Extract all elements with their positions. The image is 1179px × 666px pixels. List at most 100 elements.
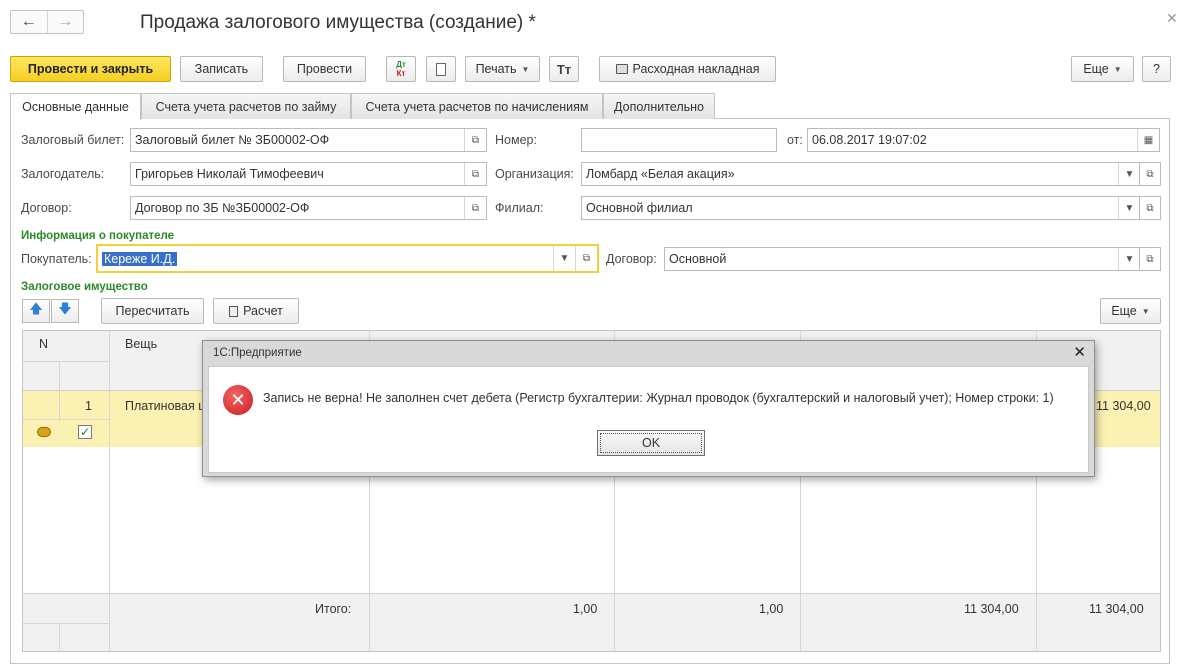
printer-icon [615, 64, 628, 74]
grid-more-button[interactable]: Еще ▼ [1100, 298, 1161, 324]
close-window-icon[interactable]: ✕ [1166, 10, 1178, 27]
open-icon[interactable]: ⧉ [464, 129, 486, 151]
calendar-icon[interactable]: ▦ [1137, 129, 1159, 151]
footer-amount-2: 11 304,00 [1089, 602, 1144, 616]
ok-button[interactable]: OK [597, 430, 705, 456]
calculation-button[interactable]: Расчет [213, 298, 299, 324]
branch-label: Филиал: [495, 201, 544, 215]
help-button[interactable]: ? [1142, 56, 1171, 82]
chevron-down-icon[interactable]: ▼ [1118, 163, 1140, 185]
text-format-button[interactable]: Tт [549, 56, 579, 82]
tab-bar: Основные данные Счета учета расчетов по … [10, 93, 1170, 120]
pawn-ticket-field[interactable]: Залоговый билет № ЗБ00002-ОФ ⧉ [130, 128, 487, 152]
contract-field[interactable]: Договор по ЗБ №ЗБ00002-ОФ ⧉ [130, 196, 487, 220]
organization-label: Организация: [495, 167, 574, 181]
organization-value: Ломбард «Белая акация» [586, 167, 735, 181]
move-up-button[interactable]: 🡅 [22, 299, 50, 323]
open-icon: ⧉ [1146, 253, 1154, 265]
row-checkbox[interactable]: ✓ [78, 425, 92, 439]
save-button[interactable]: Записать [180, 56, 263, 82]
branch-open-button[interactable]: ⧉ [1139, 196, 1161, 220]
open-icon[interactable]: ⧉ [464, 197, 486, 219]
column-header-item: Вещь [125, 337, 158, 351]
property-section-title: Залоговое имущество [21, 281, 148, 293]
buyer-contract-field[interactable]: Основной ▼ [664, 247, 1141, 271]
arrow-down-icon: 🡇 [58, 301, 72, 316]
print-label: Печать [475, 62, 517, 76]
chevron-down-icon: ▼ [1113, 64, 1122, 74]
more-button[interactable]: Еще ▼ [1071, 56, 1134, 82]
dialog-message: Запись не верна! Не заполнен счет дебета… [263, 391, 1054, 405]
invoice-label: Расходная накладная [632, 62, 760, 76]
pledger-value: Григорьев Николай Тимофеевич [135, 167, 324, 181]
row-item: Платиновая ц [125, 399, 206, 413]
error-dialog: 1С:Предприятие ✕ ✕ Запись не верна! Не з… [202, 340, 1095, 477]
footer-quantity-1: 1,00 [573, 602, 598, 616]
chevron-down-icon[interactable]: ▼ [553, 246, 575, 271]
row-status-icon [37, 426, 55, 438]
dt-kt-button[interactable]: Дт Кт [386, 56, 416, 82]
branch-field[interactable]: Основной филиал ▼ [581, 196, 1141, 220]
tab-accrual-accounts[interactable]: Счета учета расчетов по начислениям [351, 93, 603, 119]
invoice-button[interactable]: Расходная накладная [599, 56, 776, 82]
organization-open-button[interactable]: ⧉ [1139, 162, 1161, 186]
buyer-contract-open-button[interactable]: ⧉ [1139, 247, 1161, 271]
open-icon[interactable]: ⧉ [575, 246, 597, 271]
recalculate-button[interactable]: Пересчитать [101, 298, 204, 324]
buyer-label: Покупатель: [21, 252, 92, 266]
forward-arrow-icon[interactable]: → [46, 11, 84, 33]
contract-label: Договор: [21, 201, 72, 215]
dt-kt-icon-kt: Кт [396, 69, 406, 78]
move-down-button[interactable]: 🡇 [51, 299, 79, 323]
buyer-contract-value: Основной [669, 252, 727, 266]
buyer-section-title: Информация о покупателе [21, 230, 175, 242]
post-button[interactable]: Провести [283, 56, 366, 82]
tab-main-data[interactable]: Основные данные [10, 93, 141, 120]
chevron-down-icon[interactable]: ▼ [1118, 197, 1140, 219]
error-icon: ✕ [223, 385, 253, 415]
buyer-contract-label: Договор: [606, 252, 657, 266]
date-field[interactable]: 06.08.2017 19:07:02 ▦ [807, 128, 1160, 152]
chevron-down-icon: ▼ [1141, 306, 1150, 316]
text-format-icon: Tт [556, 61, 572, 77]
dialog-title: 1С:Предприятие [213, 347, 302, 359]
row-amount: 11 304,00 [1096, 399, 1151, 413]
open-icon: ⧉ [1146, 168, 1154, 180]
date-label: от: [787, 133, 803, 147]
chevron-down-icon: ▼ [521, 64, 530, 74]
organization-field[interactable]: Ломбард «Белая акация» ▼ [581, 162, 1141, 186]
tab-additional[interactable]: Дополнительно [603, 93, 715, 119]
row-number: 1 [85, 399, 92, 413]
pawn-ticket-label: Залоговый билет: [21, 133, 125, 147]
footer-total-label: Итого: [315, 602, 352, 616]
chevron-down-icon[interactable]: ▼ [1118, 248, 1140, 270]
dt-kt-icon-dt: Дт [396, 60, 406, 69]
calculation-label: Расчет [243, 304, 283, 318]
arrow-up-icon: 🡅 [29, 301, 43, 316]
contract-value: Договор по ЗБ №ЗБ00002-ОФ [135, 201, 310, 215]
print-button[interactable]: Печать ▼ [465, 56, 540, 82]
pledger-field[interactable]: Григорьев Николай Тимофеевич ⧉ [130, 162, 487, 186]
open-icon: ⧉ [1146, 202, 1154, 214]
more-label: Еще [1083, 62, 1109, 76]
grid-more-label: Еще [1111, 304, 1137, 318]
footer-amount-1: 11 304,00 [964, 602, 1019, 616]
buyer-field[interactable]: Кереже И.Д. ▼ ⧉ [96, 244, 599, 273]
pledger-label: Залогодатель: [21, 167, 105, 181]
pawn-ticket-value: Залоговый билет № ЗБ00002-ОФ [135, 133, 330, 147]
number-field[interactable] [581, 128, 777, 152]
date-value: 06.08.2017 19:07:02 [812, 133, 927, 147]
branch-value: Основной филиал [586, 201, 693, 215]
tab-loan-accounts[interactable]: Счета учета расчетов по займу [141, 93, 351, 119]
close-icon[interactable]: ✕ [1073, 343, 1086, 361]
dialog-body: ✕ Запись не верна! Не заполнен счет дебе… [208, 366, 1089, 473]
column-header-n: N [39, 337, 49, 351]
open-icon[interactable]: ⧉ [464, 163, 486, 185]
footer-quantity-2: 1,00 [759, 602, 784, 616]
post-and-close-button[interactable]: Провести и закрыть [10, 56, 171, 82]
back-arrow-icon[interactable]: ← [11, 11, 47, 33]
buyer-value: Кереже И.Д. [102, 251, 178, 266]
document-button[interactable] [426, 56, 456, 82]
navigation-arrows: ← → [10, 10, 84, 34]
calculator-icon [229, 305, 239, 317]
